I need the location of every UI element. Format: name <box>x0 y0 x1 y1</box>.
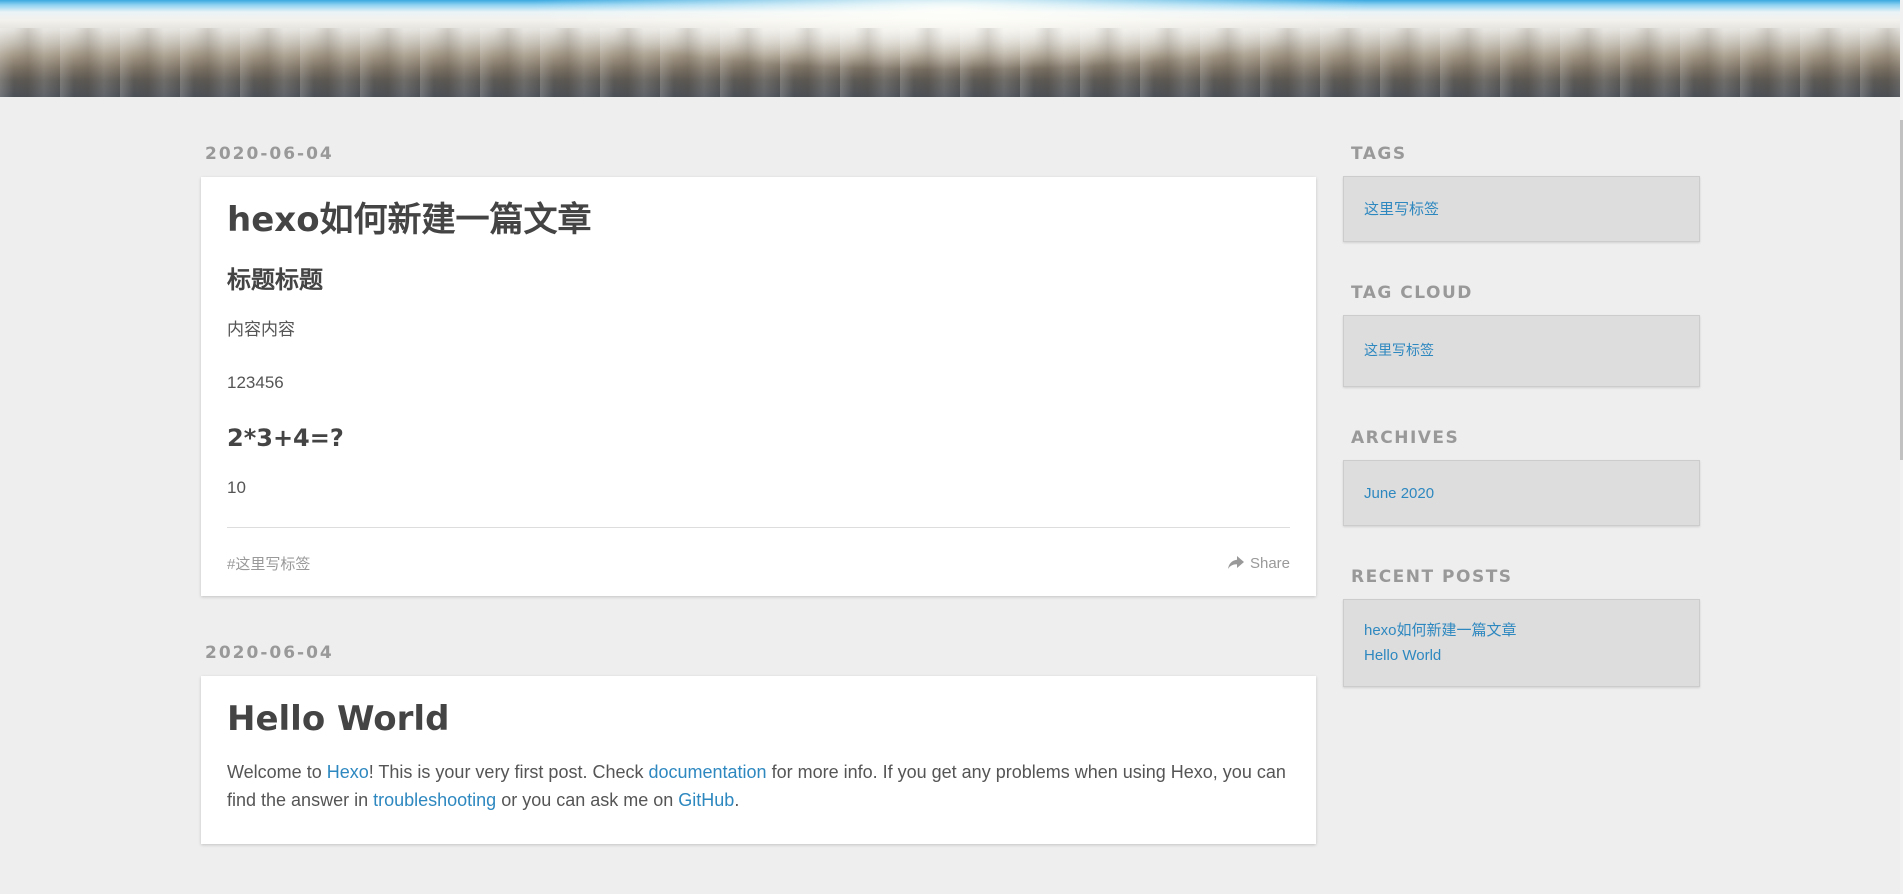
sidebar: TAGS 这里写标签 TAG CLOUD 这里写标签 ARCHIVES June… <box>1343 143 1700 727</box>
post-list: 2020-06-04 hexo如何新建一篇文章 标题标题 内容内容 123456… <box>201 143 1316 844</box>
post-date: 2020-06-04 <box>205 144 334 164</box>
widget-archives: ARCHIVES June 2020 <box>1343 427 1700 526</box>
troubleshooting-link[interactable]: troubleshooting <box>373 790 496 810</box>
widget-title: TAG CLOUD <box>1351 283 1473 303</box>
post-intro-paragraph: Welcome to Hexo! This is your very first… <box>227 758 1290 814</box>
intro-text: Welcome to <box>227 762 327 782</box>
post-tag-link[interactable]: #这里写标签 <box>227 553 310 574</box>
post-heading: 2*3+4=? <box>227 424 344 452</box>
post-item: 2020-06-04 hexo如何新建一篇文章 标题标题 内容内容 123456… <box>201 143 1316 596</box>
intro-text: . <box>734 790 740 810</box>
post-date: 2020-06-04 <box>205 643 334 663</box>
widget-title: RECENT POSTS <box>1351 567 1513 587</box>
tag-link[interactable]: 这里写标签 <box>1364 197 1679 222</box>
post-heading: 标题标题 <box>227 266 323 294</box>
post-card: hexo如何新建一篇文章 标题标题 内容内容 123456 2*3+4=? 10… <box>201 177 1316 596</box>
github-link[interactable]: GitHub <box>678 790 734 810</box>
recent-post-link[interactable]: Hello World <box>1364 643 1679 668</box>
share-button[interactable]: Share <box>1227 554 1290 572</box>
widget-title: ARCHIVES <box>1351 428 1460 448</box>
share-label: Share <box>1249 554 1290 572</box>
post-card: Hello World Welcome to Hexo! This is you… <box>201 676 1316 844</box>
intro-text: ! This is your very first post. Check <box>368 762 649 782</box>
tag-cloud-link[interactable]: 这里写标签 <box>1364 338 1679 363</box>
widget-title: TAGS <box>1351 144 1407 164</box>
hexo-link[interactable]: Hexo <box>327 762 369 782</box>
widget-recent-posts: RECENT POSTS hexo如何新建一篇文章 Hello World <box>1343 566 1700 687</box>
widget-box: 这里写标签 <box>1343 176 1700 242</box>
widget-box: June 2020 <box>1343 460 1700 526</box>
recent-post-link[interactable]: hexo如何新建一篇文章 <box>1364 618 1679 643</box>
documentation-link[interactable]: documentation <box>648 762 766 782</box>
post-title-link[interactable]: Hello World <box>227 698 1290 740</box>
post-paragraph: 10 <box>227 478 246 497</box>
widget-box: 这里写标签 <box>1343 315 1700 387</box>
post-paragraph: 123456 <box>227 373 284 392</box>
intro-text: or you can ask me on <box>496 790 679 810</box>
widget-tag-cloud: TAG CLOUD 这里写标签 <box>1343 282 1700 387</box>
post-item: 2020-06-04 Hello World Welcome to Hexo! … <box>201 642 1316 844</box>
post-footer: #这里写标签 Share <box>227 527 1290 574</box>
post-title-link[interactable]: hexo如何新建一篇文章 <box>227 199 1290 241</box>
share-arrow-icon <box>1227 556 1244 569</box>
banner-clouds-texture <box>0 28 1900 97</box>
archive-link[interactable]: June 2020 <box>1364 481 1679 506</box>
post-paragraph: 内容内容 <box>227 320 295 339</box>
widget-tags: TAGS 这里写标签 <box>1343 143 1700 242</box>
widget-box: hexo如何新建一篇文章 Hello World <box>1343 599 1700 687</box>
